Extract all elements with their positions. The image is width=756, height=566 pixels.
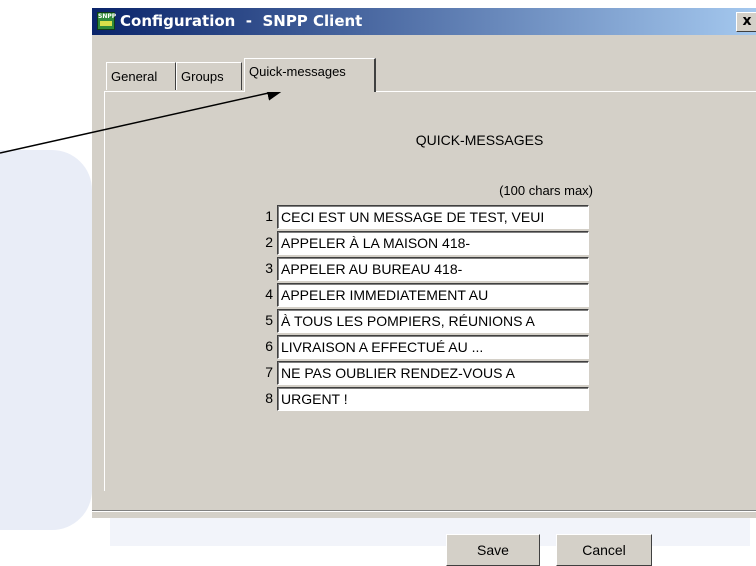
message-number: 3 xyxy=(265,260,273,276)
close-button[interactable]: x xyxy=(736,12,756,32)
tab-general[interactable]: General xyxy=(106,62,176,90)
message-input-6[interactable]: LIVRAISON A EFFECTUÉ AU ... xyxy=(277,335,589,359)
quick-messages-panel: QUICK-MESSAGES (100 chars max) 1 CECI EST… xyxy=(104,91,756,491)
tab-quick-messages[interactable]: Quick-messages xyxy=(244,58,376,92)
panel-heading: QUICK-MESSAGES xyxy=(415,132,544,148)
message-row: 3 APPELER AU BUREAU 418- xyxy=(255,257,595,282)
message-row: 1 CECI EST UN MESSAGE DE TEST, VEUI xyxy=(255,205,595,230)
message-row: 4 APPELER IMMEDIATEMENT AU xyxy=(255,283,595,308)
message-number: 7 xyxy=(265,364,273,380)
tab-groups[interactable]: Groups xyxy=(176,62,242,90)
message-input-4[interactable]: APPELER IMMEDIATEMENT AU xyxy=(277,283,589,307)
snpp-app-icon: SNPP xyxy=(97,12,117,30)
title-bar: SNPP Configuration - SNPP Client x xyxy=(92,8,756,35)
message-input-5[interactable]: À TOUS LES POMPIERS, RÉUNIONS A xyxy=(277,309,589,333)
message-input-8[interactable]: URGENT ! xyxy=(277,387,589,411)
configuration-dialog: SNPP Configuration - SNPP Client x Gener… xyxy=(92,8,756,518)
message-number: 2 xyxy=(265,234,273,250)
message-row: 8 URGENT ! xyxy=(255,387,595,412)
app-icon-label: SNPP xyxy=(98,13,117,20)
chars-limit-note: (100 chars max) xyxy=(499,183,593,198)
message-row: 6 LIVRAISON A EFFECTUÉ AU ... xyxy=(255,335,595,360)
cancel-button[interactable]: Cancel xyxy=(556,534,652,566)
divider xyxy=(92,510,756,512)
message-row: 7 NE PAS OUBLIER RENDEZ-VOUS A xyxy=(255,361,595,386)
message-number: 6 xyxy=(265,338,273,354)
save-button[interactable]: Save xyxy=(446,534,540,566)
message-number: 8 xyxy=(265,390,273,406)
message-input-2[interactable]: APPELER À LA MAISON 418- xyxy=(277,231,589,255)
message-number: 1 xyxy=(265,208,273,224)
background-decoration xyxy=(0,150,92,530)
message-row: 2 APPELER À LA MAISON 418- xyxy=(255,231,595,256)
message-input-3[interactable]: APPELER AU BUREAU 418- xyxy=(277,257,589,281)
message-input-7[interactable]: NE PAS OUBLIER RENDEZ-VOUS A xyxy=(277,361,589,385)
message-number: 5 xyxy=(265,312,273,328)
message-row: 5À TOUS LES POMPIERS, RÉUNIONS A xyxy=(255,309,595,334)
window-title: Configuration - SNPP Client xyxy=(120,12,363,30)
message-number: 4 xyxy=(265,286,273,302)
message-input-1[interactable]: CECI EST UN MESSAGE DE TEST, VEUI xyxy=(277,205,589,229)
